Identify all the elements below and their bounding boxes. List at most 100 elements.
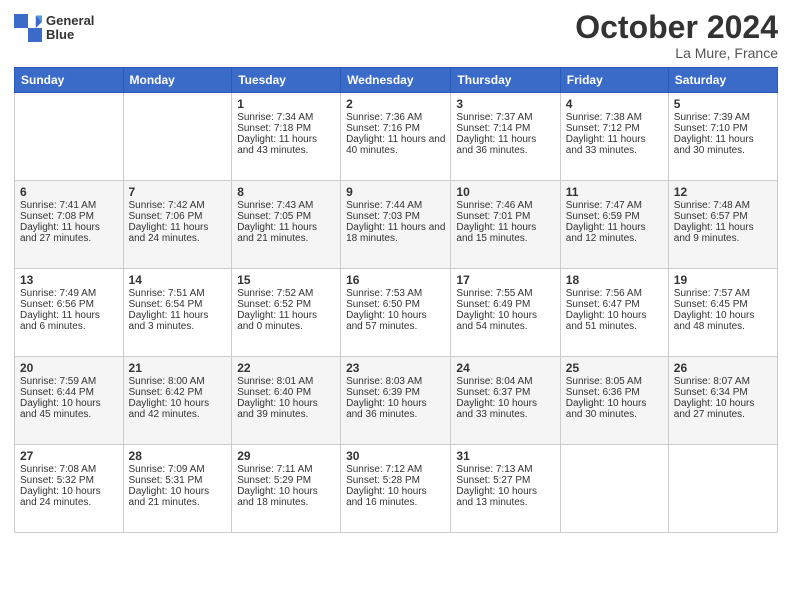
day-number: 23 bbox=[346, 361, 445, 375]
day-number: 8 bbox=[237, 185, 335, 199]
day-info: Sunrise: 7:41 AM bbox=[20, 200, 118, 211]
day-number: 28 bbox=[129, 449, 227, 463]
day-of-week-header: Saturday bbox=[668, 68, 777, 93]
day-number: 21 bbox=[129, 361, 227, 375]
day-info: Sunset: 6:40 PM bbox=[237, 387, 335, 398]
day-number: 27 bbox=[20, 449, 118, 463]
day-info: Daylight: 10 hours and 54 minutes. bbox=[456, 310, 554, 332]
header: General Blue October 2024 La Mure, Franc… bbox=[14, 10, 778, 61]
day-info: Daylight: 10 hours and 24 minutes. bbox=[20, 486, 118, 508]
day-number: 19 bbox=[674, 273, 772, 287]
day-info: Sunset: 7:12 PM bbox=[566, 123, 663, 134]
day-of-week-header: Thursday bbox=[451, 68, 560, 93]
day-info: Daylight: 10 hours and 42 minutes. bbox=[129, 398, 227, 420]
calendar-cell bbox=[560, 445, 668, 533]
day-info: Sunrise: 7:44 AM bbox=[346, 200, 445, 211]
day-info: Sunrise: 7:59 AM bbox=[20, 376, 118, 387]
calendar-cell: 1Sunrise: 7:34 AMSunset: 7:18 PMDaylight… bbox=[232, 93, 341, 181]
calendar-cell: 29Sunrise: 7:11 AMSunset: 5:29 PMDayligh… bbox=[232, 445, 341, 533]
location: La Mure, France bbox=[575, 45, 778, 61]
day-info: Sunset: 6:50 PM bbox=[346, 299, 445, 310]
day-info: Daylight: 11 hours and 0 minutes. bbox=[237, 310, 335, 332]
day-info: Daylight: 11 hours and 24 minutes. bbox=[129, 222, 227, 244]
day-of-week-header: Wednesday bbox=[341, 68, 451, 93]
day-number: 4 bbox=[566, 97, 663, 111]
day-number: 29 bbox=[237, 449, 335, 463]
day-info: Sunset: 6:49 PM bbox=[456, 299, 554, 310]
day-info: Sunrise: 7:57 AM bbox=[674, 288, 772, 299]
day-info: Daylight: 10 hours and 48 minutes. bbox=[674, 310, 772, 332]
day-info: Daylight: 11 hours and 12 minutes. bbox=[566, 222, 663, 244]
day-info: Sunset: 6:57 PM bbox=[674, 211, 772, 222]
calendar-cell: 7Sunrise: 7:42 AMSunset: 7:06 PMDaylight… bbox=[123, 181, 232, 269]
day-info: Sunset: 7:14 PM bbox=[456, 123, 554, 134]
day-info: Sunrise: 8:00 AM bbox=[129, 376, 227, 387]
day-info: Sunset: 6:39 PM bbox=[346, 387, 445, 398]
day-info: Sunset: 5:32 PM bbox=[20, 475, 118, 486]
calendar-cell: 16Sunrise: 7:53 AMSunset: 6:50 PMDayligh… bbox=[341, 269, 451, 357]
calendar-week-row: 27Sunrise: 7:08 AMSunset: 5:32 PMDayligh… bbox=[15, 445, 778, 533]
day-number: 10 bbox=[456, 185, 554, 199]
calendar-week-row: 20Sunrise: 7:59 AMSunset: 6:44 PMDayligh… bbox=[15, 357, 778, 445]
calendar-cell: 5Sunrise: 7:39 AMSunset: 7:10 PMDaylight… bbox=[668, 93, 777, 181]
day-info: Sunrise: 7:42 AM bbox=[129, 200, 227, 211]
calendar-cell: 31Sunrise: 7:13 AMSunset: 5:27 PMDayligh… bbox=[451, 445, 560, 533]
day-number: 16 bbox=[346, 273, 445, 287]
calendar-cell: 28Sunrise: 7:09 AMSunset: 5:31 PMDayligh… bbox=[123, 445, 232, 533]
logo: General Blue bbox=[14, 14, 94, 43]
day-info: Daylight: 10 hours and 45 minutes. bbox=[20, 398, 118, 420]
day-of-week-header: Friday bbox=[560, 68, 668, 93]
day-info: Sunset: 7:18 PM bbox=[237, 123, 335, 134]
day-info: Sunset: 5:31 PM bbox=[129, 475, 227, 486]
day-number: 31 bbox=[456, 449, 554, 463]
day-info: Daylight: 11 hours and 15 minutes. bbox=[456, 222, 554, 244]
day-info: Daylight: 10 hours and 39 minutes. bbox=[237, 398, 335, 420]
day-info: Sunset: 7:08 PM bbox=[20, 211, 118, 222]
day-info: Sunrise: 8:05 AM bbox=[566, 376, 663, 387]
day-info: Sunrise: 8:04 AM bbox=[456, 376, 554, 387]
day-info: Daylight: 10 hours and 57 minutes. bbox=[346, 310, 445, 332]
day-number: 26 bbox=[674, 361, 772, 375]
calendar-cell bbox=[123, 93, 232, 181]
logo-line1: General bbox=[46, 14, 94, 28]
calendar-week-row: 6Sunrise: 7:41 AMSunset: 7:08 PMDaylight… bbox=[15, 181, 778, 269]
day-info: Sunrise: 7:09 AM bbox=[129, 464, 227, 475]
day-info: Sunset: 6:44 PM bbox=[20, 387, 118, 398]
day-number: 13 bbox=[20, 273, 118, 287]
day-info: Sunrise: 7:38 AM bbox=[566, 112, 663, 123]
calendar-cell: 10Sunrise: 7:46 AMSunset: 7:01 PMDayligh… bbox=[451, 181, 560, 269]
day-info: Daylight: 10 hours and 51 minutes. bbox=[566, 310, 663, 332]
calendar-cell: 4Sunrise: 7:38 AMSunset: 7:12 PMDaylight… bbox=[560, 93, 668, 181]
calendar-cell: 24Sunrise: 8:04 AMSunset: 6:37 PMDayligh… bbox=[451, 357, 560, 445]
day-info: Daylight: 11 hours and 40 minutes. bbox=[346, 134, 445, 156]
day-info: Sunrise: 7:37 AM bbox=[456, 112, 554, 123]
calendar-cell: 25Sunrise: 8:05 AMSunset: 6:36 PMDayligh… bbox=[560, 357, 668, 445]
title-block: October 2024 La Mure, France bbox=[575, 10, 778, 61]
day-number: 7 bbox=[129, 185, 227, 199]
day-info: Sunrise: 7:08 AM bbox=[20, 464, 118, 475]
day-number: 17 bbox=[456, 273, 554, 287]
day-info: Sunset: 5:29 PM bbox=[237, 475, 335, 486]
calendar-cell bbox=[668, 445, 777, 533]
calendar-cell: 3Sunrise: 7:37 AMSunset: 7:14 PMDaylight… bbox=[451, 93, 560, 181]
day-info: Sunrise: 7:53 AM bbox=[346, 288, 445, 299]
calendar-cell: 21Sunrise: 8:00 AMSunset: 6:42 PMDayligh… bbox=[123, 357, 232, 445]
day-info: Daylight: 11 hours and 36 minutes. bbox=[456, 134, 554, 156]
day-number: 9 bbox=[346, 185, 445, 199]
day-info: Sunset: 7:16 PM bbox=[346, 123, 445, 134]
day-info: Daylight: 10 hours and 33 minutes. bbox=[456, 398, 554, 420]
day-info: Daylight: 10 hours and 36 minutes. bbox=[346, 398, 445, 420]
calendar-table: SundayMondayTuesdayWednesdayThursdayFrid… bbox=[14, 67, 778, 533]
calendar-cell: 11Sunrise: 7:47 AMSunset: 6:59 PMDayligh… bbox=[560, 181, 668, 269]
day-info: Sunrise: 7:11 AM bbox=[237, 464, 335, 475]
day-info: Sunrise: 8:03 AM bbox=[346, 376, 445, 387]
day-info: Sunset: 6:42 PM bbox=[129, 387, 227, 398]
day-number: 5 bbox=[674, 97, 772, 111]
day-number: 25 bbox=[566, 361, 663, 375]
day-info: Daylight: 10 hours and 13 minutes. bbox=[456, 486, 554, 508]
day-info: Daylight: 10 hours and 27 minutes. bbox=[674, 398, 772, 420]
day-info: Sunrise: 7:39 AM bbox=[674, 112, 772, 123]
logo-icon bbox=[14, 14, 42, 42]
day-number: 14 bbox=[129, 273, 227, 287]
day-info: Sunrise: 7:51 AM bbox=[129, 288, 227, 299]
